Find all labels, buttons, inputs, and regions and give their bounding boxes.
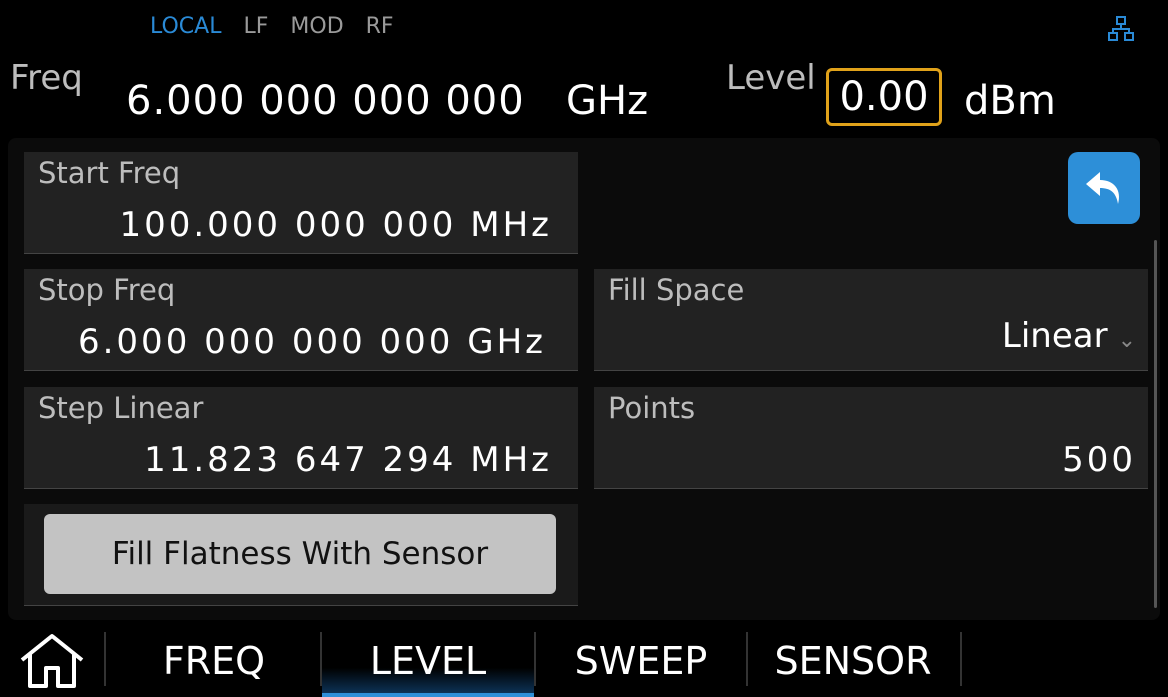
step-linear-field[interactable]: Step Linear 11.823 647 294 MHz [24,387,578,489]
status-lf: LF [243,14,269,39]
tab-freq[interactable]: FREQ [110,624,318,697]
tab-separator [960,632,962,686]
step-linear-value: 11.823 647 294 MHz [144,440,552,480]
points-label: Points [608,391,696,425]
stop-freq-value: 6.000 000 000 000 GHz [77,322,546,362]
start-freq-field[interactable]: Start Freq 100.000 000 000 MHz [24,152,578,254]
status-rf: RF [365,14,394,39]
status-local: LOCAL [150,14,222,39]
status-mod: MOD [290,14,344,39]
back-arrow-icon [1086,172,1120,204]
start-freq-label: Start Freq [38,156,181,190]
start-freq-value: 100.000 000 000 MHz [119,205,552,245]
fill-space-value: Linear [1001,316,1108,356]
freq-label: Freq [10,58,83,98]
status-bar: LOCAL LF MOD RF [150,14,394,39]
chevron-down-icon: ⌄ [1117,328,1136,353]
level-label: Level [726,58,816,98]
stop-freq-field[interactable]: Stop Freq 6.000 000 000 000 GHz [24,269,578,371]
tab-bar: FREQ LEVEL SWEEP SENSOR [0,624,1168,697]
points-field[interactable]: Points 500 [594,387,1148,489]
scrollbar[interactable] [1154,240,1157,608]
tab-sweep[interactable]: SWEEP [536,624,746,697]
freq-unit: GHz [566,78,649,124]
fill-space-dropdown[interactable]: Fill Space Linear ⌄ [594,269,1148,371]
points-value: 500 [1062,440,1136,480]
fill-flatness-button[interactable]: Fill Flatness With Sensor [44,514,556,594]
tab-level[interactable]: LEVEL [322,624,534,697]
stop-freq-label: Stop Freq [38,273,176,307]
fill-space-label: Fill Space [608,273,745,307]
tab-separator [104,632,106,686]
level-value[interactable]: 0.00 [826,68,942,126]
step-linear-label: Step Linear [38,391,204,425]
back-button[interactable] [1068,152,1140,224]
home-icon[interactable] [14,630,90,690]
tab-sensor[interactable]: SENSOR [748,624,958,697]
network-icon [1108,16,1134,41]
level-unit: dBm [964,78,1056,124]
freq-value[interactable]: 6.000 000 000 000 [126,78,525,124]
